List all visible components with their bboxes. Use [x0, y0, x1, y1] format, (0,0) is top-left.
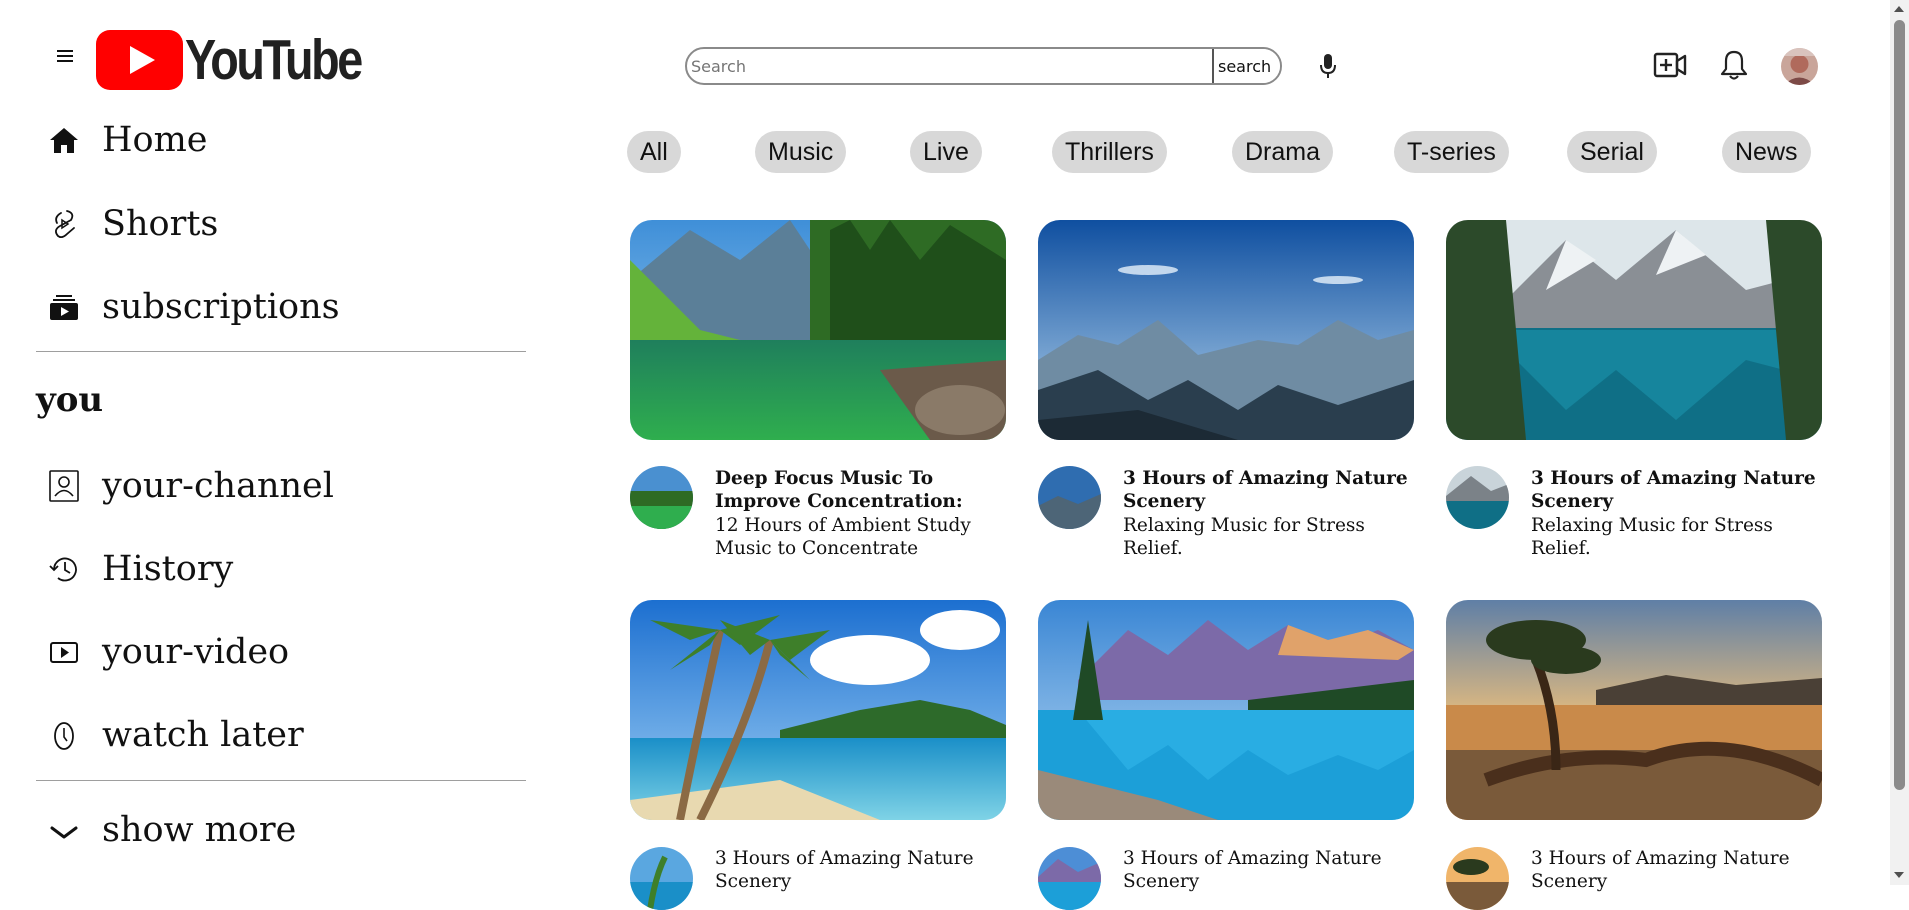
youtube-play-icon: [96, 30, 183, 90]
sidebar-item-shorts[interactable]: Shorts: [36, 199, 218, 249]
channel-avatar[interactable]: [1446, 847, 1509, 910]
sidebar-item-label: show more: [102, 810, 297, 850]
chip-drama[interactable]: Drama: [1232, 131, 1334, 173]
sidebar-item-label: watch later: [102, 715, 304, 755]
clock-icon: [36, 718, 92, 752]
sidebar-item-watch-later[interactable]: watch later: [36, 710, 304, 760]
video-thumbnail[interactable]: [630, 600, 1006, 820]
channel-icon: [36, 469, 92, 503]
video-title[interactable]: Deep Focus Music To Improve Concentratio…: [715, 467, 1015, 513]
channel-avatar[interactable]: [1038, 847, 1101, 910]
channel-avatar[interactable]: [1446, 466, 1509, 529]
sidebar-item-history[interactable]: History: [36, 544, 233, 594]
sidebar-divider: [36, 351, 526, 352]
chip-live[interactable]: Live: [910, 131, 982, 173]
home-icon: [36, 123, 92, 157]
video-subtitle: Relaxing Music for Stress Relief.: [1123, 515, 1365, 559]
sidebar-item-label: your-video: [102, 632, 290, 672]
sidebar-show-more[interactable]: show more: [36, 805, 296, 855]
chip-all[interactable]: All: [627, 131, 681, 173]
search-bar: search: [685, 47, 1282, 85]
history-icon: [36, 552, 92, 586]
video-thumbnail[interactable]: [630, 220, 1006, 440]
video-title[interactable]: 3 Hours of Amazing Nature Scenery: [715, 847, 1015, 893]
scrollbar-thumb[interactable]: [1894, 20, 1905, 790]
create-video-icon[interactable]: [1653, 48, 1687, 82]
channel-avatar[interactable]: [1038, 466, 1101, 529]
video-icon: [36, 635, 92, 669]
microphone-icon[interactable]: [1318, 52, 1338, 80]
video-subtitle: Relaxing Music for Stress Relief.: [1531, 515, 1773, 559]
scroll-down-arrow-icon[interactable]: [1894, 872, 1904, 878]
video-thumbnail[interactable]: [1038, 600, 1414, 820]
sidebar-item-your-channel[interactable]: your-channel: [36, 461, 334, 511]
chevron-down-icon: [36, 813, 92, 847]
video-thumbnail[interactable]: [1038, 220, 1414, 440]
chip-news[interactable]: News: [1722, 131, 1811, 173]
video-title[interactable]: 3 Hours of Amazing Nature Scenery: [1531, 467, 1831, 513]
video-title[interactable]: 3 Hours of Amazing Nature Scenery: [1123, 847, 1423, 893]
video-thumbnail[interactable]: [1446, 600, 1822, 820]
search-input[interactable]: [687, 49, 1212, 83]
sidebar-item-subscriptions[interactable]: subscriptions: [36, 282, 340, 332]
sidebar-item-your-video[interactable]: your-video: [36, 627, 289, 677]
video-title[interactable]: 3 Hours of Amazing Nature Scenery: [1531, 847, 1831, 893]
sidebar-item-home[interactable]: Home: [36, 115, 208, 165]
scroll-up-arrow-icon[interactable]: [1894, 6, 1904, 12]
channel-avatar[interactable]: [630, 847, 693, 910]
youtube-logo[interactable]: YouTube: [96, 30, 399, 90]
sidebar-item-label: History: [102, 549, 234, 589]
notifications-bell-icon[interactable]: [1717, 48, 1751, 82]
search-button[interactable]: search: [1212, 49, 1280, 83]
sidebar-item-label: subscriptions: [102, 287, 340, 327]
sidebar-divider: [36, 780, 526, 781]
video-subtitle: 12 Hours of Ambient Study Music to Conce…: [715, 515, 971, 559]
sidebar-item-label: your-channel: [102, 466, 334, 506]
sidebar-section-heading-you: you: [36, 380, 104, 420]
subscriptions-icon: [36, 290, 92, 324]
chip-thrillers[interactable]: Thrillers: [1052, 131, 1167, 173]
chip-t-series[interactable]: T-series: [1394, 131, 1509, 173]
scrollbar[interactable]: [1890, 0, 1909, 885]
sidebar-item-label: Home: [102, 120, 208, 160]
sidebar-item-label: Shorts: [102, 204, 219, 244]
user-avatar[interactable]: [1781, 48, 1818, 85]
menu-icon[interactable]: [57, 50, 73, 62]
shorts-icon: [36, 207, 92, 241]
video-thumbnail[interactable]: [1446, 220, 1822, 440]
chip-serial[interactable]: Serial: [1567, 131, 1657, 173]
video-title[interactable]: 3 Hours of Amazing Nature Scenery: [1123, 467, 1423, 513]
logo-text: YouTube: [185, 27, 363, 92]
chip-music[interactable]: Music: [755, 131, 847, 173]
channel-avatar[interactable]: [630, 466, 693, 529]
